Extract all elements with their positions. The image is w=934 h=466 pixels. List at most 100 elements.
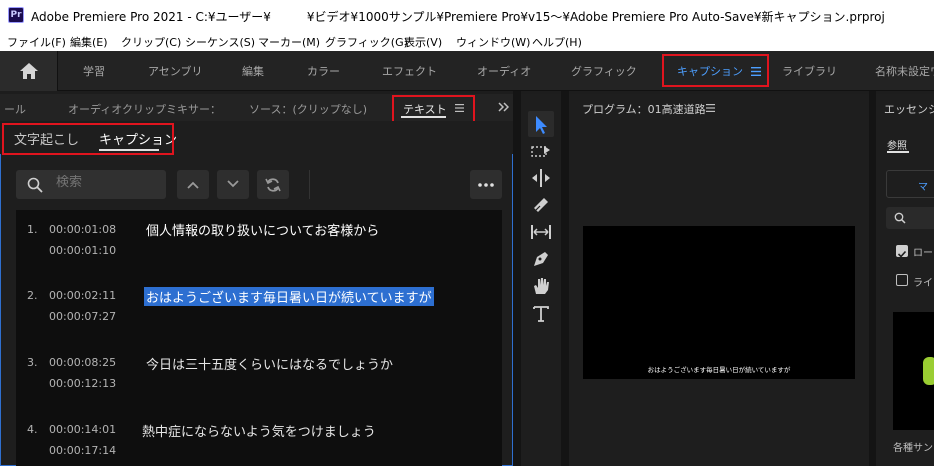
- tools-panel: [521, 94, 561, 466]
- razor-tool[interactable]: [528, 192, 554, 218]
- essential-graphics-title[interactable]: エッセンシ: [884, 101, 934, 117]
- workspace-assembly[interactable]: アセンブリ: [148, 63, 202, 79]
- hand-tool[interactable]: [528, 273, 554, 299]
- caption-text[interactable]: 熱中症にならないよう気をつけましょう: [142, 421, 376, 440]
- slip-icon: [531, 225, 551, 239]
- tab-audio-clip-mixer[interactable]: オーディオクリップミキサー：: [68, 101, 221, 117]
- menu-sequence[interactable]: シーケンス(S): [185, 34, 255, 50]
- toolbar-divider: [309, 170, 310, 199]
- checkmark-icon: [897, 250, 907, 258]
- menu-file[interactable]: ファイル(F): [7, 34, 66, 50]
- menu-view[interactable]: 表示(V): [404, 34, 442, 50]
- window-title: Adobe Premiere Pro 2021 - C:¥ユーザー¥ ¥ビデオ¥…: [31, 10, 885, 24]
- panel-menu-icon[interactable]: [706, 104, 715, 112]
- title-bar: Pr Adobe Premiere Pro 2021 - C:¥ユーザー¥ ¥ビ…: [0, 0, 934, 31]
- tab-browse[interactable]: 参照: [887, 137, 907, 152]
- ripple-edit-tool[interactable]: [528, 165, 554, 191]
- pen-icon: [534, 252, 548, 266]
- caption-out-time[interactable]: 00:00:01:10: [49, 244, 116, 257]
- premiere-app-icon: Pr: [8, 7, 24, 23]
- menu-marker[interactable]: マーカー(M): [258, 34, 320, 50]
- workspace-libraries[interactable]: ライブラリ: [782, 63, 837, 79]
- workspace-effects[interactable]: エフェクト: [382, 63, 437, 79]
- more-options-button[interactable]: [470, 170, 502, 199]
- tab-tools-partial[interactable]: ール: [4, 101, 26, 117]
- thumbnail-graphic: [923, 357, 934, 385]
- panel-divider[interactable]: [561, 91, 569, 466]
- tab-source[interactable]: ソース：(クリップなし): [249, 101, 367, 117]
- search-input[interactable]: [56, 175, 156, 190]
- my-templates-label: マ: [918, 182, 928, 193]
- caption-in-time[interactable]: 00:00:01:08: [49, 223, 116, 236]
- home-icon: [20, 63, 38, 79]
- workspace-learning[interactable]: 学習: [83, 63, 105, 79]
- captions-list[interactable]: 1. 00:00:01:08 00:00:01:10 個人情報の取り扱いについて…: [16, 210, 502, 466]
- libraries-checkbox[interactable]: [896, 274, 908, 286]
- my-templates-button[interactable]: マ: [886, 170, 934, 198]
- workspace-color[interactable]: カラー: [307, 63, 340, 79]
- panel-divider[interactable]: [513, 91, 521, 466]
- highlight-workspace-captions: [662, 54, 769, 87]
- panel-tab-bar: ール オーディオクリップミキサー： ソース：(クリップなし) テキスト: [0, 94, 513, 124]
- tab-browse-underline: [887, 151, 909, 153]
- workspace-untitled[interactable]: 名称未設定ワ: [875, 63, 934, 79]
- home-button[interactable]: [0, 51, 58, 91]
- template-name: 各種サン: [893, 443, 933, 454]
- caption-in-time[interactable]: 00:00:02:11: [49, 289, 116, 302]
- caption-text[interactable]: 今日は三十五度くらいにはなるでしょうか: [146, 354, 393, 373]
- caption-out-time[interactable]: 00:00:17:14: [49, 444, 116, 457]
- menu-help[interactable]: ヘルプ(H): [532, 34, 582, 50]
- more-icon: [478, 183, 494, 187]
- menu-edit[interactable]: 編集(E): [70, 34, 108, 50]
- local-templates-checkbox[interactable]: [896, 245, 908, 258]
- caption-out-time[interactable]: 00:00:07:27: [49, 310, 116, 323]
- type-tool[interactable]: [528, 300, 554, 326]
- search-box[interactable]: [16, 170, 166, 199]
- menu-graphics[interactable]: グラフィック(G): [325, 34, 408, 50]
- caption-text[interactable]: 個人情報の取り扱いについてお客様から: [146, 220, 379, 239]
- caption-in-time[interactable]: 00:00:14:01: [49, 423, 116, 436]
- workspace-editing[interactable]: 編集: [242, 63, 264, 79]
- template-search-box[interactable]: [886, 207, 934, 229]
- selection-tool[interactable]: [528, 111, 554, 137]
- panel-divider[interactable]: [869, 91, 876, 466]
- essential-graphics-panel: エッセンシ 参照 マ ロー ライ 各種サン: [876, 94, 934, 466]
- menu-clip[interactable]: クリップ(C): [121, 34, 181, 50]
- type-icon: [533, 306, 549, 322]
- replace-button[interactable]: [257, 170, 289, 199]
- hand-icon: [534, 278, 549, 294]
- chevron-double-right-icon[interactable]: [498, 102, 509, 112]
- menu-bar: ファイル(F) 編集(E) クリップ(C) シーケンス(S) マーカー(M) グ…: [0, 31, 934, 51]
- template-thumbnail[interactable]: [893, 312, 934, 430]
- workspace-audio[interactable]: オーディオ: [477, 63, 531, 79]
- slip-tool[interactable]: [528, 219, 554, 245]
- chevron-down-icon: [227, 180, 239, 188]
- preview-caption-text: おはようございます毎日暑い日が続いていますが: [647, 366, 791, 374]
- text-panel: ール オーディオクリップミキサー： ソース：(クリップなし) テキスト 文字起こ…: [0, 94, 513, 466]
- caption-out-time[interactable]: 00:00:12:13: [49, 377, 116, 390]
- pen-tool[interactable]: [528, 246, 554, 272]
- local-templates-label: ロー: [913, 248, 933, 259]
- workspace-graphics[interactable]: グラフィック: [571, 63, 637, 79]
- highlight-tab-text: [392, 95, 475, 124]
- track-select-icon: [531, 146, 550, 157]
- caption-in-time[interactable]: 00:00:08:25: [49, 356, 116, 369]
- search-icon: [27, 177, 43, 193]
- caption-number: 1.: [27, 223, 38, 236]
- caption-text-selected[interactable]: おはようございます毎日暑い日が続いていますが: [144, 287, 434, 306]
- previous-caption-button[interactable]: [177, 170, 209, 199]
- next-caption-button[interactable]: [217, 170, 249, 199]
- workspaces-bar: 学習 アセンブリ 編集 カラー エフェクト オーディオ グラフィック キャプショ…: [0, 51, 934, 91]
- program-monitor: プログラム：01高速道路 おはようございます毎日暑い日が続いていますが: [569, 94, 869, 466]
- program-monitor-title[interactable]: プログラム：01高速道路: [582, 101, 706, 117]
- razor-icon: [534, 198, 548, 212]
- track-select-tool[interactable]: [528, 138, 554, 164]
- text-subtabs: 文字起こし キャプション: [0, 121, 513, 155]
- caption-number: 2.: [27, 289, 38, 302]
- menu-window[interactable]: ウィンドウ(W): [456, 34, 530, 50]
- ripple-edit-icon: [532, 169, 550, 187]
- libraries-label: ライ: [913, 278, 933, 289]
- search-icon: [894, 212, 906, 224]
- refresh-icon: [265, 178, 281, 192]
- video-preview[interactable]: おはようございます毎日暑い日が続いていますが: [583, 226, 855, 379]
